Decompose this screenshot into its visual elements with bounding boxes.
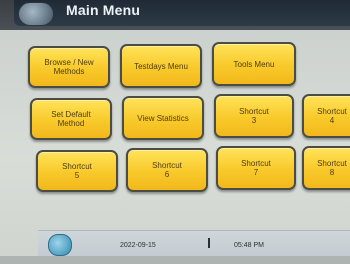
tile-label: View Statistics	[137, 113, 189, 123]
title-bar	[14, 0, 350, 26]
shortcut-4-button[interactable]: Shortcut 4	[302, 94, 350, 138]
tile-label: Testdays Menu	[134, 61, 188, 71]
tools-menu-button[interactable]: Tools Menu	[212, 42, 296, 86]
screen: Main Menu Browse / New Methods Testdays …	[0, 0, 350, 264]
shortcut-6-button[interactable]: Shortcut 6	[126, 148, 208, 192]
tile-label: Browse / New Methods	[44, 58, 94, 76]
view-statistics-button[interactable]: View Statistics	[122, 96, 204, 140]
tile-label: Shortcut 4	[317, 107, 347, 125]
page-title: Main Menu	[66, 2, 141, 18]
tile-label: Shortcut 7	[241, 159, 271, 177]
shortcut-5-button[interactable]: Shortcut 5	[36, 150, 118, 192]
testdays-menu-button[interactable]: Testdays Menu	[120, 44, 202, 88]
status-date: 2022-09-15	[120, 242, 156, 249]
tile-label: Shortcut 3	[239, 107, 269, 125]
status-bar	[38, 230, 350, 259]
set-default-method-button[interactable]: Set Default Method	[30, 98, 112, 140]
tile-label: Shortcut 5	[62, 162, 92, 180]
status-time: 05:48 PM	[234, 242, 264, 249]
bottom-bezel	[0, 256, 350, 264]
tile-label: Tools Menu	[233, 59, 275, 69]
shortcut-8-button[interactable]: Shortcut 8	[302, 146, 350, 190]
home-icon[interactable]	[18, 2, 54, 26]
status-separator	[208, 238, 210, 248]
shortcut-3-button[interactable]: Shortcut 3	[214, 94, 294, 138]
tile-label: Shortcut 6	[152, 161, 182, 179]
tile-label: Set Default Method	[51, 110, 91, 128]
tile-label: Shortcut 8	[317, 159, 347, 177]
browse-new-methods-button[interactable]: Browse / New Methods	[28, 46, 110, 88]
shortcut-7-button[interactable]: Shortcut 7	[216, 146, 296, 190]
status-icon[interactable]	[48, 234, 72, 256]
